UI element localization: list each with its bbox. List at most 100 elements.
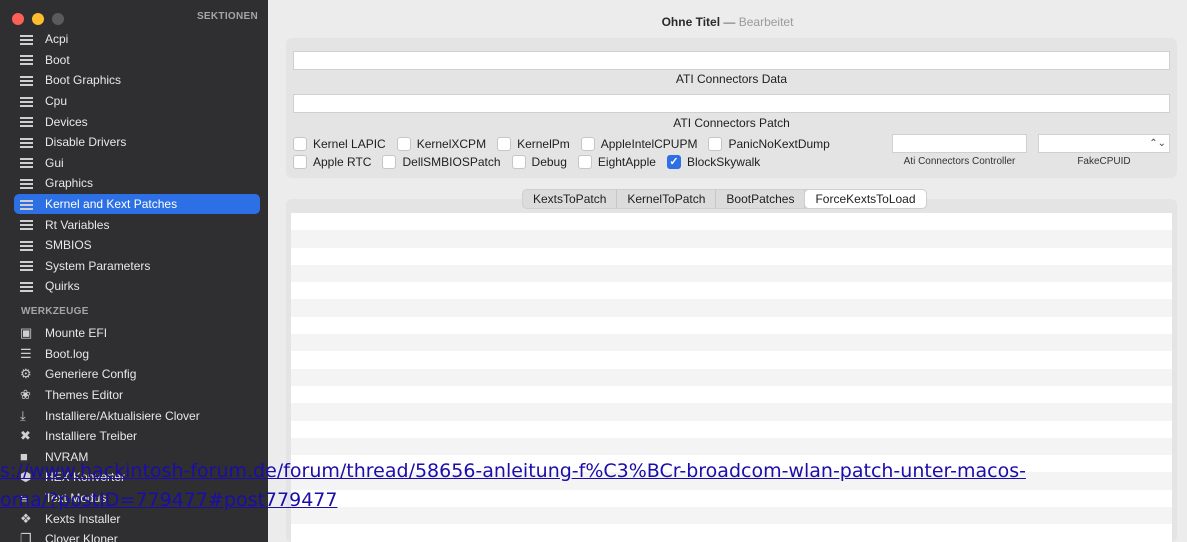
table-row[interactable] <box>291 368 1172 386</box>
sidebar-item-boot[interactable]: Boot <box>14 50 260 71</box>
checkbox-box[interactable] <box>293 155 307 169</box>
window-title: Ohne Titel — Bearbeitet <box>661 15 794 29</box>
stepper-icon[interactable]: ⌃⌄ <box>1149 136 1166 151</box>
tool-item-themes-editor[interactable]: ❀ Themes Editor <box>14 385 260 406</box>
tool-item-label: Mounte EFI <box>45 326 108 341</box>
checkbox-apple-rtc[interactable]: Apple RTC <box>293 155 371 169</box>
ati-connectors-controller-field[interactable] <box>892 134 1027 153</box>
sidebar-item-quirks[interactable]: Quirks <box>14 276 260 297</box>
tool-item-installiere-aktualisiere-clover[interactable]: ⤓ Installiere/Aktualisiere Clover <box>14 405 260 426</box>
table-row[interactable] <box>291 282 1172 299</box>
list-icon <box>20 157 36 170</box>
sidebar-item-gui[interactable]: Gui <box>14 153 260 174</box>
checkbox-label: AppleIntelCPUPM <box>600 137 698 151</box>
ati-connectors-data-field[interactable] <box>293 51 1170 70</box>
sidebar-item-label: Quirks <box>45 279 80 294</box>
checkbox-box[interactable] <box>497 137 512 151</box>
sidebar-item-graphics[interactable]: Graphics <box>14 173 260 194</box>
table-row[interactable] <box>291 334 1172 352</box>
checkbox-panicnokextdump[interactable]: PanicNoKextDump <box>708 137 830 151</box>
table-row[interactable] <box>291 230 1172 248</box>
checkbox-box[interactable] <box>382 155 397 169</box>
table-row[interactable] <box>291 248 1172 265</box>
table-row[interactable] <box>291 421 1172 438</box>
checkbox-dellsmbiospatch[interactable]: DellSMBIOSPatch <box>382 155 501 169</box>
ati-connectors-patch-label: ATI Connectors Patch <box>673 116 790 130</box>
checkbox-box[interactable] <box>396 137 411 151</box>
table-row[interactable] <box>291 213 1172 230</box>
checkbox-box[interactable] <box>708 137 723 151</box>
table-row[interactable] <box>291 437 1172 456</box>
close-button[interactable] <box>12 13 24 25</box>
url-line-2[interactable]: oma/?postID=779477#post779477 <box>0 486 1187 515</box>
table-row[interactable] <box>291 317 1172 334</box>
tool-item-label: Installiere Treiber <box>45 429 138 444</box>
checkbox-appleintelcpupm[interactable]: AppleIntelCPUPM <box>580 137 698 151</box>
ati-connectors-data-label: ATI Connectors Data <box>675 72 788 86</box>
list-icon <box>20 116 36 129</box>
tab-forcekextstoload[interactable]: ForceKextsToLoad <box>805 190 926 208</box>
ati-connectors-patch-field[interactable] <box>293 94 1170 113</box>
table-row[interactable] <box>291 264 1172 283</box>
zoom-button[interactable] <box>52 13 64 25</box>
table-row[interactable] <box>291 299 1172 317</box>
checkbox-label: EightApple <box>597 155 656 169</box>
checkbox-box[interactable] <box>580 137 595 151</box>
checkbox-eightapple[interactable]: EightApple <box>577 155 656 169</box>
checkbox-label: PanicNoKextDump <box>728 137 830 151</box>
checkbox-box[interactable] <box>577 155 592 169</box>
minimize-button[interactable] <box>32 13 44 25</box>
gears-icon: ⚙ <box>20 366 32 382</box>
tab-bootpatches[interactable]: BootPatches <box>716 190 806 208</box>
tab-kerneltopatch[interactable]: KernelToPatch <box>617 190 717 208</box>
tool-item-generiere-config[interactable]: ⚙ Generiere Config <box>14 364 260 385</box>
list-icon <box>20 280 36 293</box>
checkbox-label: DellSMBIOSPatch <box>402 155 501 169</box>
sidebar-item-label: Gui <box>45 155 64 170</box>
sidebar-item-smbios[interactable]: SMBIOS <box>14 235 260 256</box>
tab-kextstopatch[interactable]: KextsToPatch <box>523 190 618 208</box>
sidebar-item-label: Kernel and Kext Patches <box>45 197 178 212</box>
sidebar-item-rt-variables[interactable]: Rt Variables <box>14 214 260 235</box>
table-row[interactable] <box>291 403 1172 421</box>
checkbox-kernel-lapic[interactable]: Kernel LAPIC <box>293 137 386 151</box>
checkbox-label: Kernel LAPIC <box>313 137 386 151</box>
tool-item-mounte-efi[interactable]: ▣ Mounte EFI <box>14 323 260 344</box>
fake-cpuid-label: FakeCPUID <box>1077 156 1131 167</box>
window-controls <box>12 13 64 25</box>
list-icon <box>20 219 36 232</box>
sidebar-item-disable-drivers[interactable]: Disable Drivers <box>14 132 260 153</box>
checkbox-kernelpm[interactable]: KernelPm <box>497 137 570 151</box>
tool-item-clover-kloner[interactable]: ❐ Clover Kloner <box>14 529 260 542</box>
sidebar-item-acpi[interactable]: Acpi <box>14 29 260 50</box>
download-icon: ⤓ <box>20 407 26 423</box>
checkbox-box[interactable] <box>293 137 307 151</box>
checkmark-icon[interactable]: ✓ <box>666 155 681 169</box>
checkbox-box[interactable] <box>511 155 526 169</box>
checkbox-label: KernelPm <box>517 137 570 151</box>
url-line-1[interactable]: s://www.hackintosh-forum.de/forum/thread… <box>0 457 1187 486</box>
tools-title: WERKZEUGE <box>21 306 89 317</box>
document-name: Ohne Titel <box>661 15 721 29</box>
checkbox-debug[interactable]: Debug <box>511 155 567 169</box>
tool-item-installiere-treiber[interactable]: ✖ Installiere Treiber <box>14 426 260 447</box>
table-row[interactable] <box>291 386 1172 403</box>
tool-item-boot-log[interactable]: ☰ Boot.log <box>14 344 260 365</box>
checkbox-blockskywalk[interactable]: ✓ BlockSkywalk <box>666 155 760 169</box>
tool-item-label: Generiere Config <box>45 367 137 382</box>
wrench-icon: ✖ <box>20 428 31 444</box>
table-row[interactable] <box>291 351 1172 368</box>
fake-cpuid-field[interactable]: ⌃⌄ <box>1038 134 1170 153</box>
list-icon <box>20 198 36 211</box>
sidebar-item-devices[interactable]: Devices <box>14 111 260 132</box>
sidebar-item-system-parameters[interactable]: System Parameters <box>14 256 260 277</box>
url-overlay-link[interactable]: s://www.hackintosh-forum.de/forum/thread… <box>0 457 1187 515</box>
table-row[interactable] <box>291 524 1172 541</box>
palette-icon: ❀ <box>20 387 31 403</box>
sidebar-item-cpu[interactable]: Cpu <box>14 91 260 112</box>
checkbox-label: KernelXCPM <box>416 137 487 151</box>
kernel-settings-panel: ATI Connectors Data ATI Connectors Patch… <box>286 38 1177 178</box>
sidebar-item-boot-graphics[interactable]: Boot Graphics <box>14 70 260 91</box>
checkbox-kernelxcpm[interactable]: KernelXCPM <box>396 137 487 151</box>
sidebar-item-kernel-and-kext-patches[interactable]: Kernel and Kext Patches <box>14 193 260 215</box>
